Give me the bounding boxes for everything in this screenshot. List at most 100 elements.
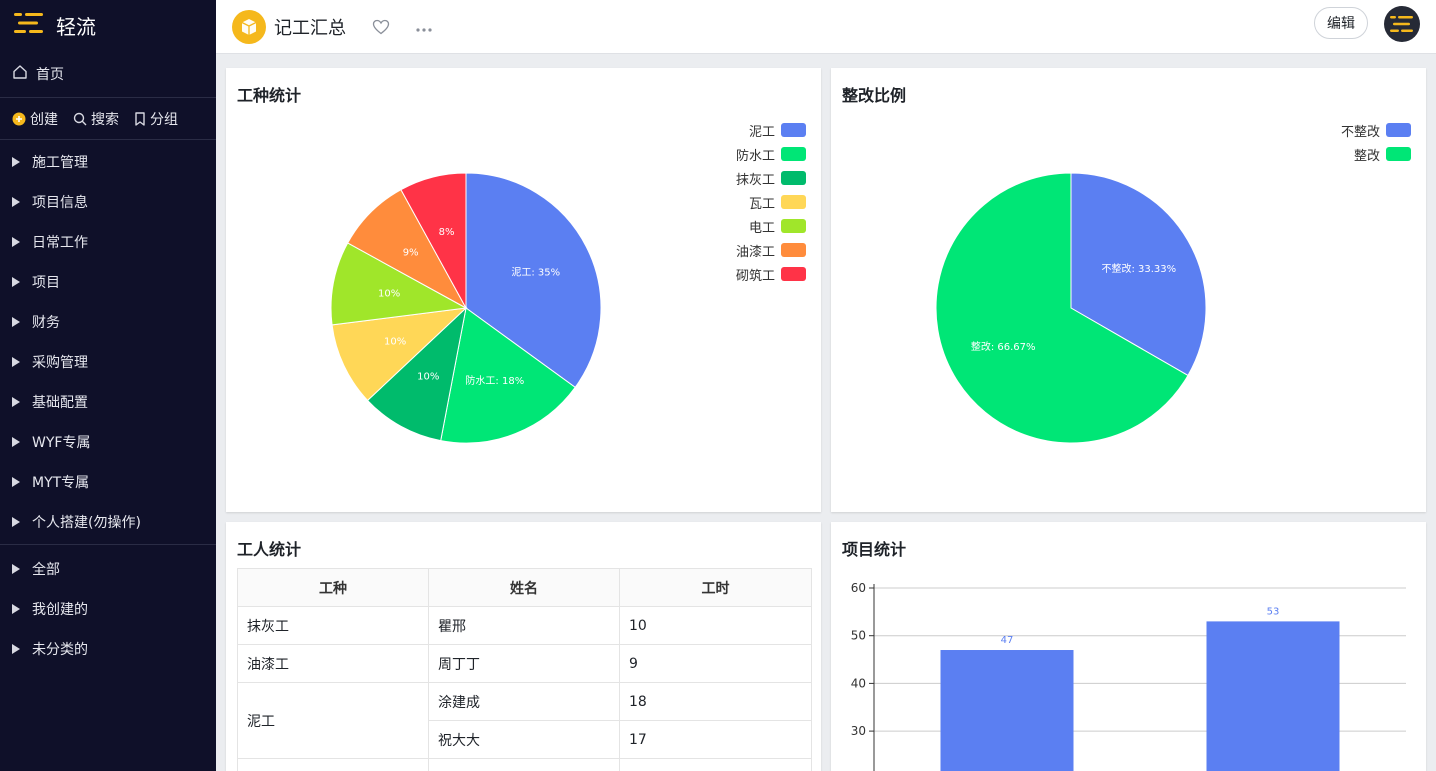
- table-cell: [619, 758, 812, 771]
- sidebar-filters: 全部 我创建的 未分类的: [0, 547, 216, 669]
- slice-label: 10%: [384, 336, 406, 347]
- sidebar-item-label: 采购管理: [32, 355, 88, 371]
- sidebar: 轻流 首页 创建 搜索 分组 施工管理 项目信息 日常工作 项目 财务 采购管理…: [0, 0, 216, 771]
- sidebar-item-purchasing[interactable]: 采购管理: [0, 342, 216, 382]
- rectify-pie-chart: 不整改: 33.33% 整改: 66.67%: [935, 172, 1207, 444]
- bar-value-label: 53: [1267, 606, 1280, 617]
- sidebar-item-home[interactable]: 首页: [0, 50, 216, 98]
- caret-right-icon: [12, 197, 20, 207]
- table-cell: 周丁丁: [428, 644, 620, 683]
- table-cell: 涂建成: [428, 682, 620, 721]
- slice-label: 8%: [439, 227, 455, 238]
- caret-right-icon: [12, 644, 20, 654]
- table-cell: 瞿邢: [428, 606, 620, 645]
- brand-name: 轻流: [56, 14, 96, 39]
- plus-circle-icon: [12, 112, 26, 126]
- sidebar-item-base-config[interactable]: 基础配置: [0, 382, 216, 422]
- sidebar-item-wyf[interactable]: WYF专属: [0, 422, 216, 462]
- table-cell: 祝大大: [428, 720, 620, 759]
- caret-right-icon: [12, 157, 20, 167]
- bookmark-icon: [134, 111, 146, 126]
- bar[interactable]: [940, 650, 1074, 771]
- caret-right-icon: [12, 397, 20, 407]
- sidebar-item-all[interactable]: 全部: [0, 549, 216, 589]
- project-stats-card: 项目统计 60 50 40 30 47 53: [831, 522, 1426, 771]
- create-label: 创建: [30, 111, 58, 128]
- sidebar-item-uncategorized[interactable]: 未分类的: [0, 629, 216, 669]
- y-tick-label: 30: [851, 724, 866, 738]
- bar[interactable]: [1206, 621, 1340, 771]
- caret-right-icon: [12, 437, 20, 447]
- search-button[interactable]: 搜索: [73, 109, 119, 129]
- caret-right-icon: [12, 517, 20, 527]
- sidebar-item-label: 我创建的: [32, 602, 88, 618]
- caret-right-icon: [12, 237, 20, 247]
- favorite-heart-icon[interactable]: [372, 19, 390, 35]
- sidebar-item-label: 项目: [32, 275, 60, 291]
- sidebar-item-label: 首页: [36, 66, 64, 83]
- table-cell: [428, 758, 620, 771]
- bar-value-label: 47: [1001, 635, 1014, 646]
- search-label: 搜索: [91, 111, 119, 128]
- table-row: [237, 758, 812, 771]
- caret-right-icon: [12, 604, 20, 614]
- sidebar-item-label: 项目信息: [32, 195, 88, 211]
- sidebar-item-label: MYT专属: [32, 475, 90, 491]
- trade-stats-card: 工种统计 泥工 防水工 抹灰工 瓦工 电工 油漆工 砌筑工 泥工: 35% 防水工…: [226, 68, 821, 512]
- top-bar: 记工汇总 编辑: [216, 0, 1436, 54]
- worker-table: 工种 姓名 工时 抹灰工 瞿邢 10 油漆工 周丁丁 9 泥工 涂建成 18 祝…: [237, 568, 812, 771]
- slice-label: 10%: [417, 372, 439, 383]
- column-header[interactable]: 工种: [237, 568, 429, 607]
- table-row: 抹灰工 瞿邢 10: [237, 606, 812, 645]
- slice-label: 10%: [378, 288, 400, 299]
- slice-label: 泥工: 35%: [511, 265, 560, 278]
- brand-logo-icon: [14, 11, 46, 39]
- sidebar-item-label: 日常工作: [32, 235, 88, 251]
- sidebar-item-label: 基础配置: [32, 395, 88, 411]
- brand[interactable]: 轻流: [0, 0, 216, 50]
- slice-label: 9%: [403, 248, 419, 259]
- column-header[interactable]: 姓名: [428, 568, 620, 607]
- table-cell: 油漆工: [237, 644, 429, 683]
- create-button[interactable]: 创建: [12, 109, 58, 129]
- more-options-icon[interactable]: [416, 17, 432, 36]
- card-title: 工人统计: [237, 540, 302, 559]
- sidebar-item-label: WYF专属: [32, 435, 91, 451]
- table-cell: 泥工: [237, 682, 429, 759]
- sidebar-item-construction[interactable]: 施工管理: [0, 142, 216, 182]
- sidebar-item-project[interactable]: 项目: [0, 262, 216, 302]
- table-header-row: 工种 姓名 工时: [237, 568, 812, 607]
- sidebar-item-myt[interactable]: MYT专属: [0, 462, 216, 502]
- group-button[interactable]: 分组: [134, 109, 178, 129]
- column-header[interactable]: 工时: [619, 568, 812, 607]
- table-row: 泥工 涂建成 18: [237, 682, 812, 759]
- sidebar-item-label: 个人搭建(勿操作): [32, 515, 141, 531]
- group-label: 分组: [150, 111, 178, 128]
- sidebar-item-finance[interactable]: 财务: [0, 302, 216, 342]
- edit-button[interactable]: 编辑: [1314, 7, 1368, 39]
- sidebar-divider: [0, 544, 216, 545]
- y-tick-label: 50: [851, 629, 866, 643]
- search-icon: [73, 112, 87, 126]
- y-tick-label: 40: [851, 676, 866, 690]
- app-cube-icon: [232, 9, 266, 44]
- worker-stats-card: 工人统计 工种 姓名 工时 抹灰工 瞿邢 10 油漆工 周丁丁 9 泥工 涂建成: [226, 522, 821, 771]
- avatar[interactable]: [1384, 6, 1420, 42]
- table-cell: 10: [619, 606, 812, 645]
- sidebar-item-label: 全部: [32, 562, 60, 578]
- sidebar-item-label: 财务: [32, 315, 60, 331]
- page-title: 记工汇总: [274, 17, 346, 39]
- caret-right-icon: [12, 277, 20, 287]
- table-cell: 9: [619, 644, 812, 683]
- table-cell: 18: [619, 682, 812, 721]
- rectify-ratio-card: 整改比例 不整改 整改 不整改: 33.33% 整改: 66.67%: [831, 68, 1426, 512]
- home-icon: [12, 64, 36, 84]
- table-cell: 抹灰工: [237, 606, 429, 645]
- project-bar-chart: 60 50 40 30 47 53: [851, 581, 1406, 771]
- sidebar-item-personal[interactable]: 个人搭建(勿操作): [0, 502, 216, 542]
- sidebar-item-project-info[interactable]: 项目信息: [0, 182, 216, 222]
- slice-label: 防水工: 18%: [465, 374, 524, 387]
- sidebar-item-created-by-me[interactable]: 我创建的: [0, 589, 216, 629]
- sidebar-item-daily-work[interactable]: 日常工作: [0, 222, 216, 262]
- y-tick-label: 60: [851, 581, 866, 595]
